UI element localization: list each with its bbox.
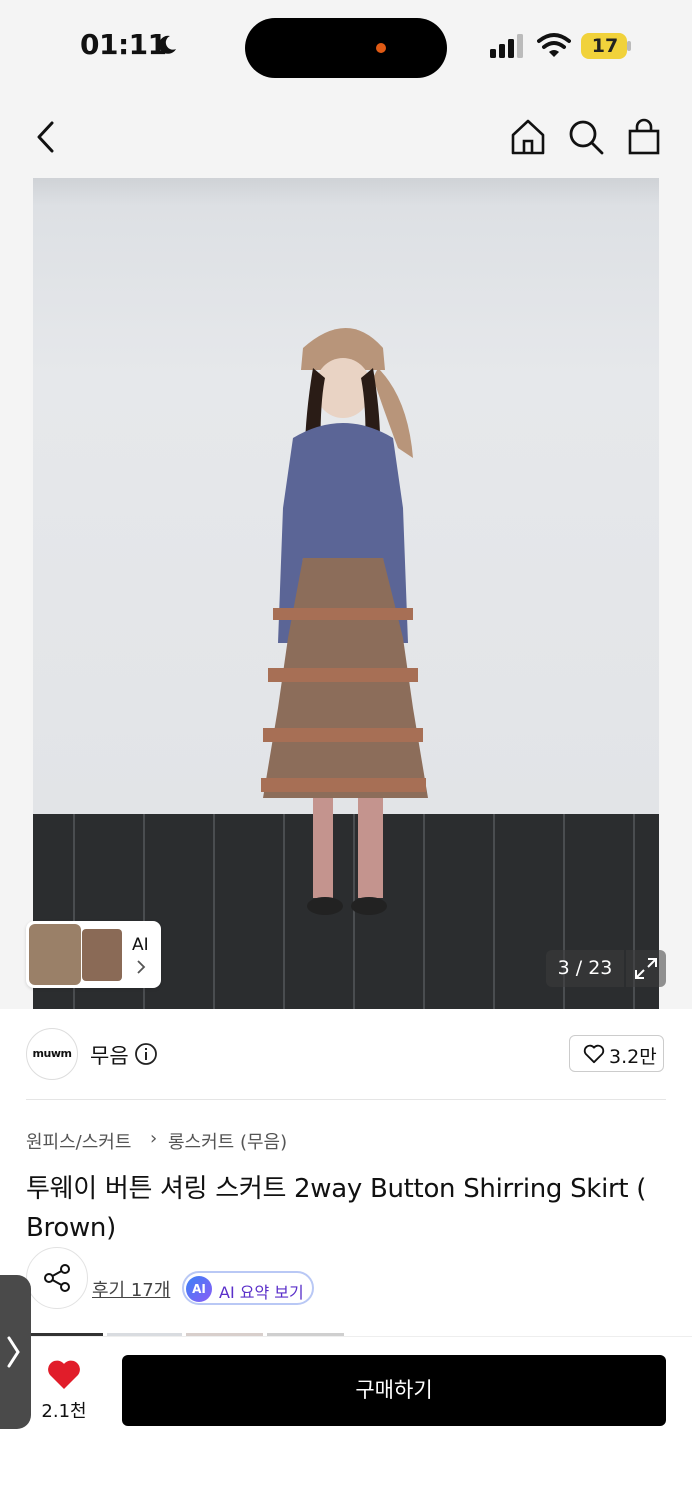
brand-like-count: 3.2만 bbox=[609, 1046, 657, 1068]
status-time: 01:11 bbox=[80, 28, 167, 61]
camera-indicator bbox=[376, 43, 386, 53]
back-icon[interactable] bbox=[26, 117, 66, 157]
signal-icon bbox=[490, 34, 523, 58]
product-image[interactable] bbox=[33, 178, 659, 1009]
heart-outline-icon bbox=[583, 1044, 605, 1064]
ai-badge: AI bbox=[186, 1276, 212, 1302]
home-icon[interactable] bbox=[508, 117, 548, 157]
image-counter: 3 / 23 bbox=[546, 950, 624, 987]
expand-icon bbox=[635, 958, 657, 979]
product-title: 투웨이 버튼 셔링 스커트 2way Button Shirring Skirt… bbox=[26, 1174, 647, 1243]
moon-icon bbox=[159, 35, 176, 54]
brand-like-button[interactable]: 3.2만 bbox=[569, 1035, 664, 1072]
model-figure bbox=[261, 328, 428, 915]
similar-thumbnail-1 bbox=[29, 924, 81, 985]
search-icon[interactable] bbox=[566, 117, 606, 157]
breadcrumb-separator: › bbox=[150, 1128, 158, 1149]
ai-label: AI bbox=[132, 935, 149, 955]
ai-summary-label: AI 요약 보기 bbox=[219, 1283, 304, 1302]
similar-thumbnail-2 bbox=[82, 929, 122, 981]
brand-logo[interactable]: muwm bbox=[26, 1028, 78, 1080]
chevron-right-icon bbox=[7, 1336, 20, 1368]
ai-similar-card[interactable]: AI bbox=[26, 921, 161, 988]
share-button[interactable] bbox=[26, 1247, 88, 1309]
heart-filled-icon[interactable] bbox=[47, 1360, 81, 1390]
expand-button[interactable] bbox=[626, 950, 666, 987]
shopping-bag-icon[interactable] bbox=[624, 117, 664, 157]
wifi-icon bbox=[537, 33, 571, 57]
like-count: 2.1천 bbox=[41, 1401, 87, 1422]
chevron-right-icon bbox=[137, 960, 146, 974]
buy-button[interactable]: 구매하기 bbox=[122, 1355, 666, 1426]
breadcrumb-subcategory[interactable]: 롱스커트 (무음) bbox=[168, 1128, 287, 1154]
brand-name[interactable]: 무음 bbox=[90, 1040, 129, 1070]
battery-level: 17 bbox=[591, 35, 619, 57]
side-drawer-handle[interactable] bbox=[0, 1275, 31, 1429]
reviews-link[interactable]: 후기 17개 bbox=[92, 1276, 170, 1302]
battery-nub bbox=[627, 41, 631, 51]
divider bbox=[26, 1099, 666, 1100]
breadcrumb-category[interactable]: 원피스/스커트 bbox=[26, 1128, 131, 1154]
share-icon bbox=[44, 1264, 70, 1292]
info-icon[interactable] bbox=[134, 1042, 158, 1066]
dynamic-island bbox=[245, 18, 447, 78]
